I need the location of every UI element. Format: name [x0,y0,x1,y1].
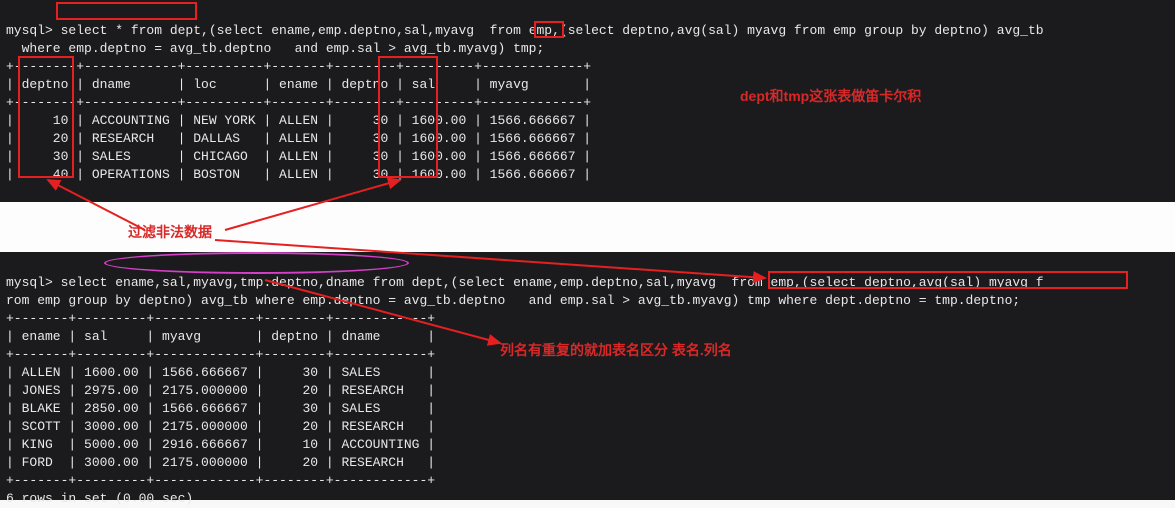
table-row: | SCOTT | 3000.00 | 2175.000000 | 20 | R… [6,419,435,434]
table-ruler: +-------+---------+-------------+-------… [6,473,435,488]
terminal-output-top: mysql> select * from dept,(select ename,… [0,0,1175,202]
table-row: | 20 | RESEARCH | DALLAS | ALLEN | 30 | … [6,131,591,146]
table-row: | 40 | OPERATIONS | BOSTON | ALLEN | 30 … [6,167,591,182]
sql-query-line1: select ename,sal,myavg,tmp.deptno,dname … [53,275,1044,290]
annotation-gap [0,202,1175,252]
table-row: | BLAKE | 2850.00 | 1566.666667 | 30 | S… [6,401,435,416]
table-ruler: +-------+---------+-------------+-------… [6,347,435,362]
result-footer: 6 rows in set (0.00 sec) [6,491,193,506]
table-ruler: +--------+------------+----------+------… [6,59,591,74]
table-row: | KING | 5000.00 | 2916.666667 | 10 | AC… [6,437,435,452]
table-row: | FORD | 3000.00 | 2175.000000 | 20 | RE… [6,455,435,470]
mysql-prompt: mysql> [6,23,53,38]
table-row: | JONES | 2975.00 | 2175.000000 | 20 | R… [6,383,435,398]
terminal-output-bottom: mysql> select ename,sal,myavg,tmp.deptno… [0,252,1175,500]
mysql-prompt: mysql> [6,275,53,290]
sql-query-line1: select * from dept,(select ename,emp.dep… [53,23,1044,38]
sql-query-line2: where emp.deptno = avg_tb.deptno and emp… [6,41,544,56]
table-row: | ALLEN | 1600.00 | 1566.666667 | 30 | S… [6,365,435,380]
table-row: | 10 | ACCOUNTING | NEW YORK | ALLEN | 3… [6,113,591,128]
table-row: | 30 | SALES | CHICAGO | ALLEN | 30 | 16… [6,149,591,164]
table-header: | ename | sal | myavg | deptno | dname | [6,329,435,344]
table-header: | deptno | dname | loc | ename | deptno … [6,77,591,92]
table-ruler: +-------+---------+-------------+-------… [6,311,435,326]
table-ruler: +--------+------------+----------+------… [6,95,591,110]
sql-query-line2: rom emp group by deptno) avg_tb where em… [6,293,1020,308]
